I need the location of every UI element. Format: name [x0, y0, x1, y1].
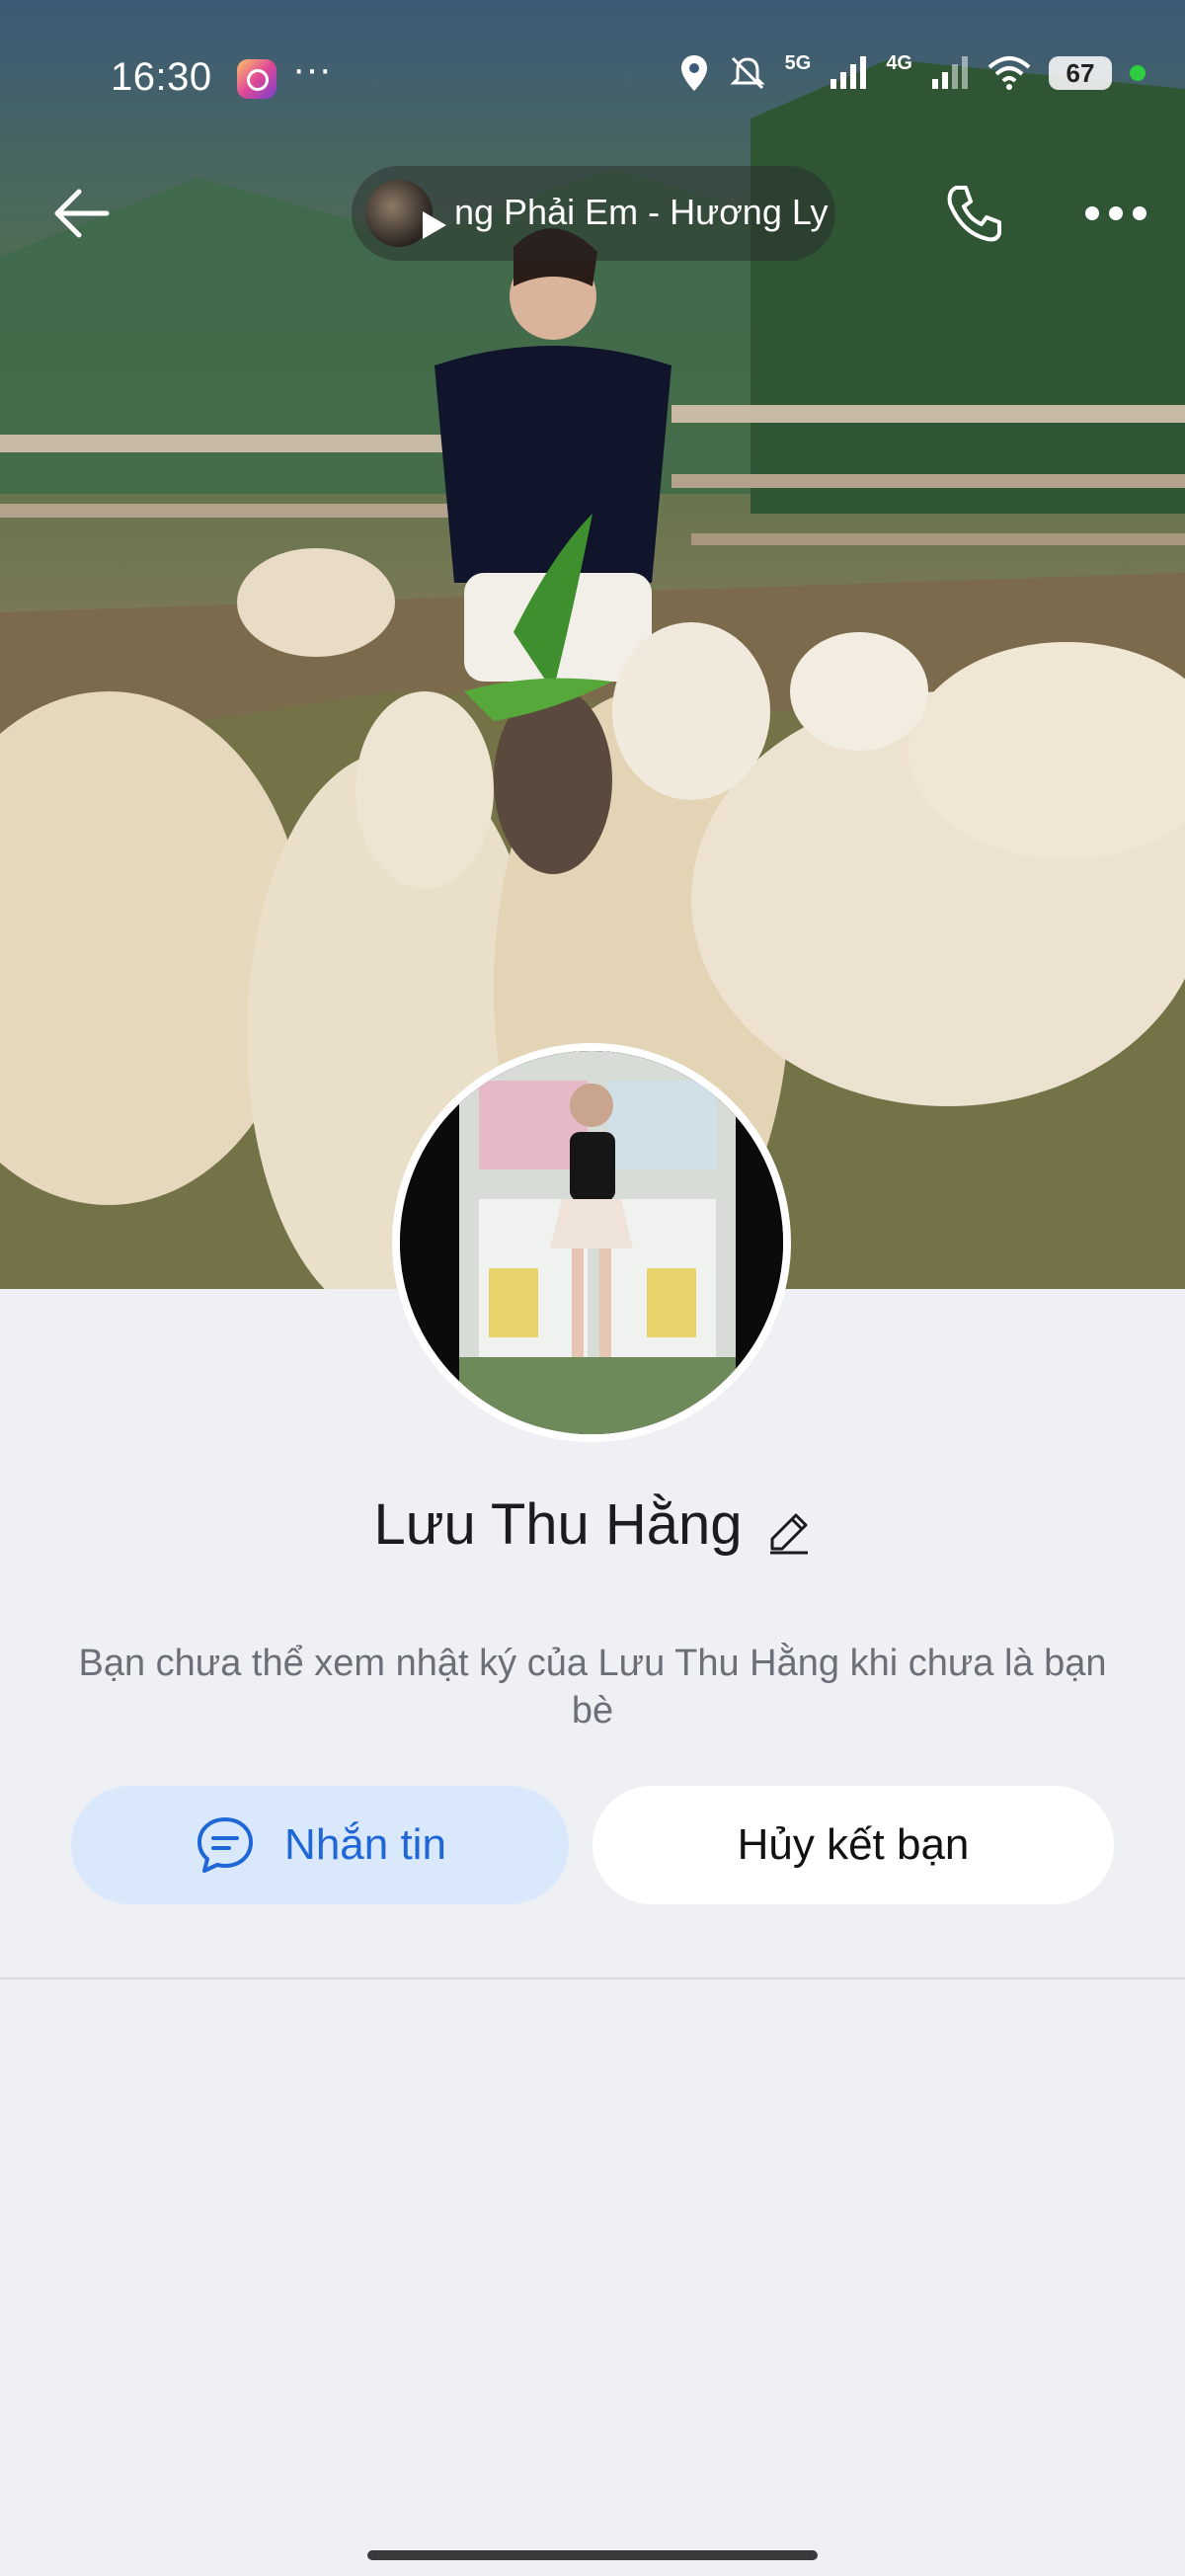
network-4g-label: 4G	[886, 51, 912, 74]
section-divider	[0, 1977, 1185, 1979]
signal-icon	[932, 56, 968, 89]
battery-indicator: 67	[1049, 56, 1112, 90]
home-indicator[interactable]	[367, 2550, 818, 2560]
wifi-icon	[988, 56, 1031, 90]
status-indicators: 5G 4G 67	[678, 51, 1146, 93]
edit-pencil-icon[interactable]	[766, 1502, 812, 1554]
network-5g-label: 5G	[784, 51, 812, 74]
phone-icon	[947, 186, 1001, 242]
play-icon[interactable]	[423, 211, 446, 239]
music-title: ng Phải Em - Hương Ly	[454, 192, 829, 232]
back-button[interactable]	[47, 178, 118, 249]
privacy-indicator-dot	[1130, 65, 1146, 81]
location-icon	[680, 55, 707, 91]
unfriend-button-label: Hủy kết bạn	[737, 1820, 970, 1869]
instagram-icon	[237, 59, 276, 99]
status-more-dots: ···	[292, 47, 332, 91]
more-icon	[1085, 206, 1146, 220]
avatar-photo	[400, 1051, 783, 1434]
profile-avatar[interactable]	[392, 1043, 791, 1442]
signal-icon	[830, 56, 867, 89]
privacy-note: Bạn chưa thể xem nhật ký của Lưu Thu Hằn…	[78, 1643, 1107, 1731]
chat-icon	[198, 1817, 254, 1873]
unfriend-button[interactable]: Hủy kết bạn	[592, 1786, 1114, 1904]
bell-off-icon	[730, 56, 765, 90]
profile-name-row: Lưu Thu Hằng	[0, 1491, 1185, 1558]
profile-music-player[interactable]: ng Phải Em - Hương Ly	[352, 166, 835, 261]
more-options-button[interactable]	[1076, 178, 1155, 249]
status-time: 16:30	[111, 55, 212, 99]
status-bar: 16:30 ··· 5G 4G 67	[0, 40, 1185, 119]
message-button[interactable]: Nhắn tin	[71, 1786, 569, 1904]
message-button-label: Nhắn tin	[284, 1820, 446, 1869]
call-button[interactable]	[938, 178, 1009, 249]
profile-name: Lưu Thu Hằng	[373, 1492, 743, 1557]
back-arrow-icon	[54, 189, 110, 238]
